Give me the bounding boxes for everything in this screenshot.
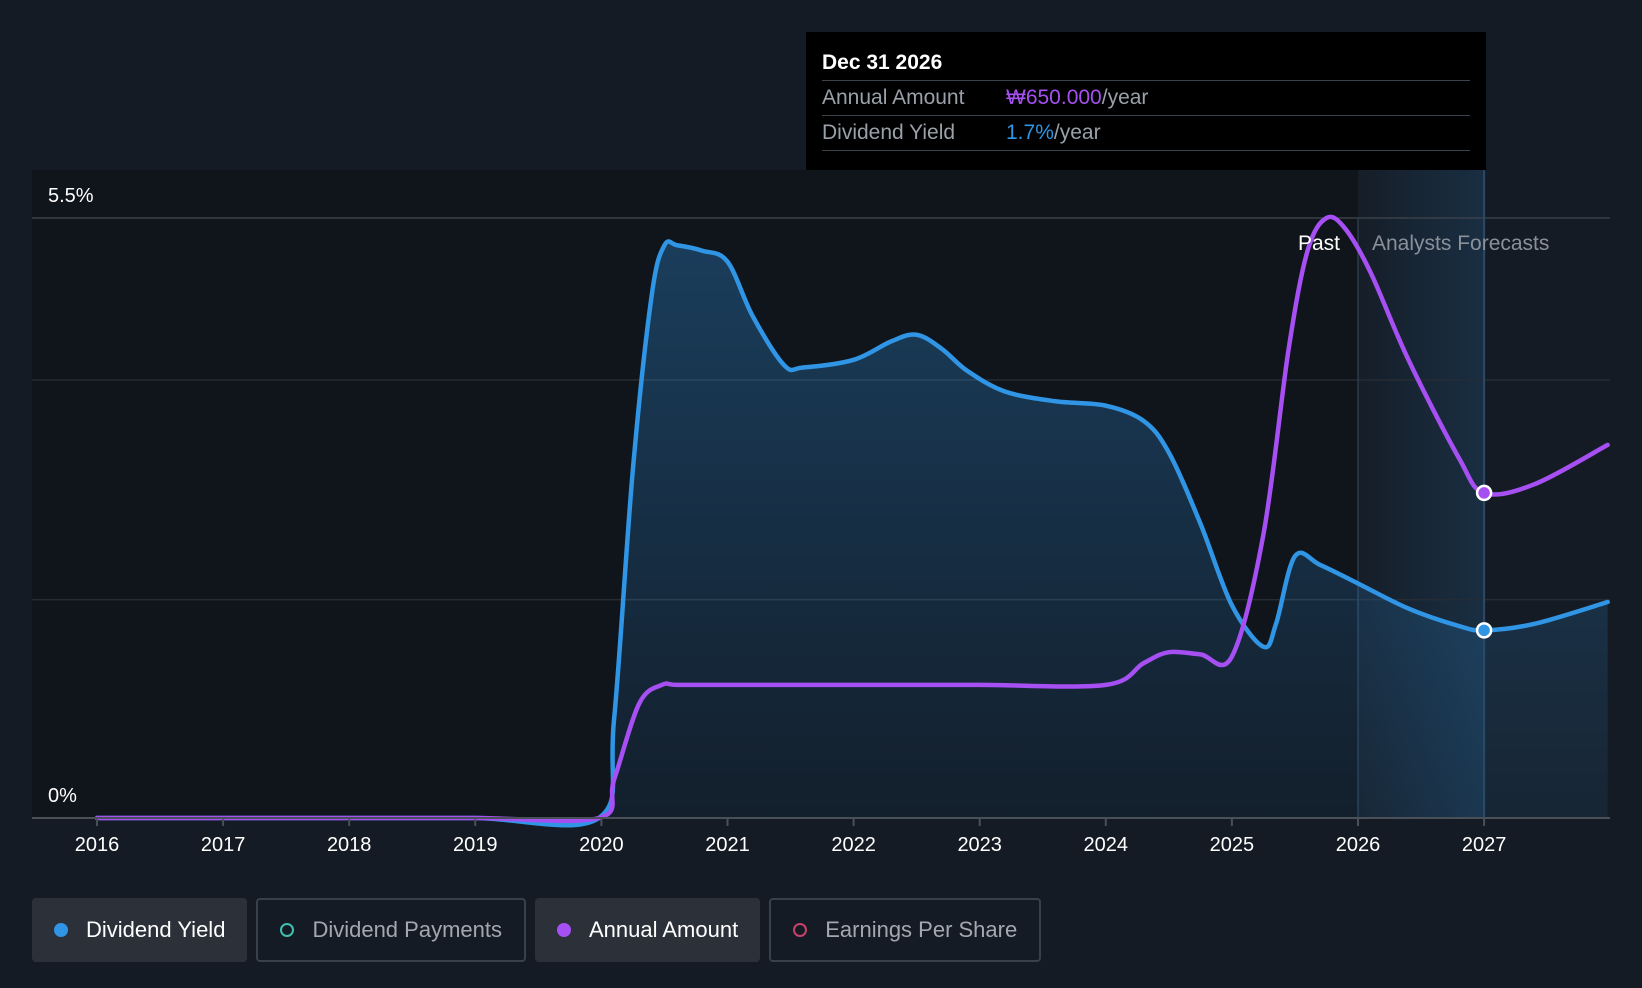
past-label: Past [1298,232,1340,255]
legend-label: Annual Amount [588,917,739,942]
legend-label: Dividend Yield [86,917,226,942]
hover-point-annual-amount [1475,484,1493,502]
tooltip-label: Dividend Yield [822,121,956,144]
tooltip-label: Annual Amount [822,86,965,109]
tooltip-unit: /year [1053,121,1101,144]
tooltip: Dec 31 2026 Annual Amount ₩650.000/year … [806,32,1486,170]
legend: Dividend Yield Dividend Payments Annual … [32,898,1042,962]
x-tick-label: 2017 [201,834,246,856]
x-axis-ticks: 2016 2017 2018 2019 2020 2021 2022 2023 2024 2025… [75,818,1507,856]
x-tick-label: 2018 [327,834,372,856]
forecast-label: Analysts Forecasts [1372,232,1549,255]
legend-dividend-payments[interactable]: Dividend Payments [256,898,526,962]
legend-label: Dividend Payments [312,917,502,942]
x-tick-label: 2027 [1462,834,1507,856]
x-tick-label: 2022 [831,834,876,856]
x-tick-label: 2019 [453,834,498,856]
legend-annual-amount[interactable]: Annual Amount [534,898,761,962]
legend-earnings-per-share[interactable]: Earnings Per Share [769,898,1042,962]
y-tick-label-top: 5.5% [48,185,94,207]
hover-point-dividend-yield [1475,622,1493,639]
tooltip-unit: /year [1101,86,1149,109]
x-tick-label: 2026 [1336,834,1381,856]
x-tick-label: 2021 [705,834,750,856]
tooltip-row-dividend-yield: Dividend Yield 1.7%/year [822,116,1470,151]
y-tick-label-bottom: 0% [48,785,77,807]
tooltip-date: Dec 31 2026 [822,46,1470,81]
ring-icon [793,923,808,937]
legend-label: Earnings Per Share [825,917,1018,942]
legend-dividend-yield[interactable]: Dividend Yield [32,898,248,962]
x-tick-label: 2020 [579,834,624,856]
dot-icon [556,923,571,937]
ring-icon [280,923,295,937]
dot-icon [54,923,68,937]
x-tick-label: 2025 [1210,834,1255,856]
x-tick-label: 2023 [957,834,1002,856]
tooltip-value: 1.7% [1006,121,1054,144]
tooltip-value: ₩650.000 [1006,86,1102,109]
tooltip-row-annual-amount: Annual Amount ₩650.000/year [822,81,1470,116]
x-tick-label: 2016 [75,834,120,856]
x-tick-label: 2024 [1084,834,1129,856]
